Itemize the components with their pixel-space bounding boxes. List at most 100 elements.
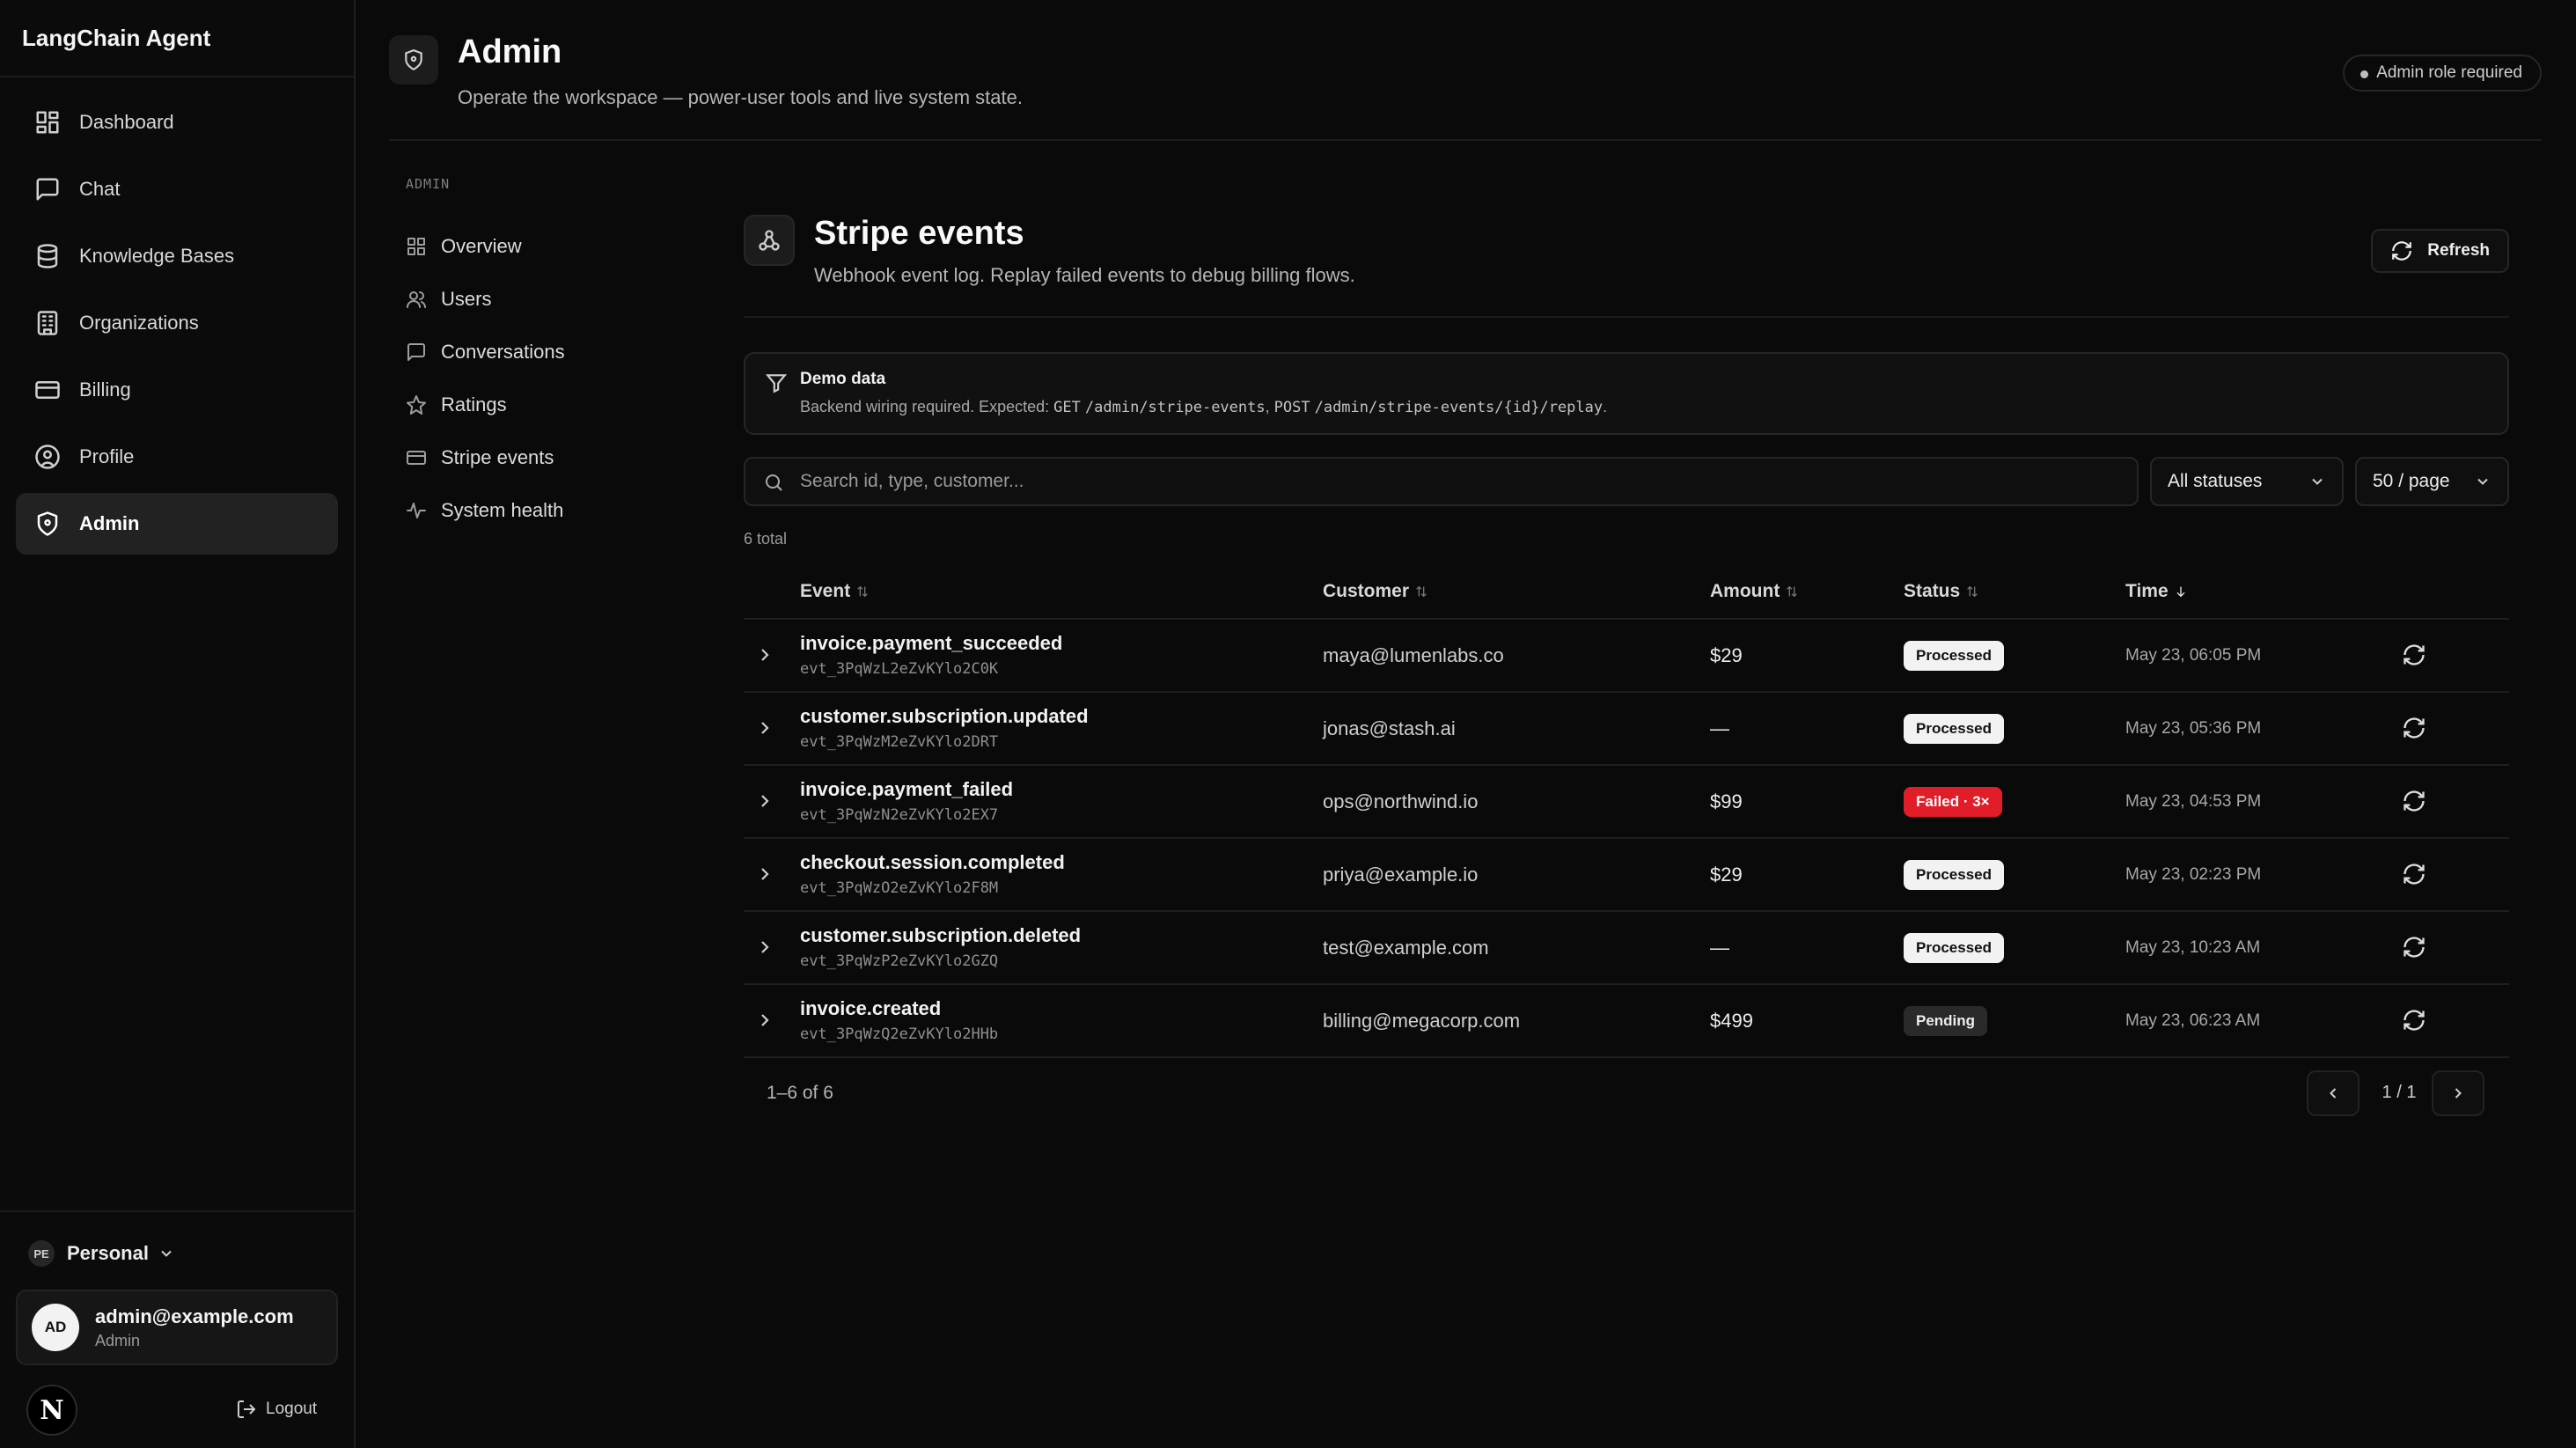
sidebar-item-chat[interactable]: Chat — [16, 158, 338, 220]
replay-button[interactable] — [2402, 1008, 2428, 1034]
event-type: checkout.session.completed — [800, 851, 1065, 873]
logout-label: Logout — [266, 1400, 318, 1418]
workspace-switcher[interactable]: PE Personal — [28, 1240, 175, 1267]
table-row[interactable]: customer.subscription.deleted evt_3PqWzP… — [744, 912, 2509, 985]
chevron-down-icon — [2477, 478, 2488, 485]
dashboard-icon — [33, 108, 62, 136]
sidebar-item-label: Dashboard — [79, 111, 174, 133]
refresh-button[interactable]: Refresh — [2371, 229, 2509, 273]
section-subtitle: Webhook event log. Replay failed events … — [814, 264, 1355, 286]
expand-row-button[interactable] — [754, 644, 775, 665]
page-size-select[interactable]: 50 / page — [2355, 457, 2509, 506]
section-title: Stripe events — [814, 215, 1024, 252]
user-role: Admin — [95, 1331, 141, 1349]
status-badge: Processed — [1904, 860, 2004, 890]
amount: $29 — [1710, 864, 1743, 886]
sidebar-item-profile[interactable]: Profile — [16, 426, 338, 488]
notice-title: Demo data — [800, 370, 886, 388]
app-logo: N — [26, 1385, 77, 1436]
status-badge: Failed · 3× — [1904, 787, 2002, 817]
sidebar-item-label: Knowledge Bases — [79, 245, 235, 267]
sidebar-nav: Dashboard Chat Knowledge Bases Organizat… — [0, 77, 354, 555]
filter-icon — [765, 374, 788, 393]
chevron-right-icon — [2455, 1088, 2462, 1099]
chevron-right-icon — [761, 795, 769, 807]
event-time: May 23, 06:23 AM — [2125, 1011, 2261, 1030]
replay-icon — [2404, 644, 2425, 665]
table-row[interactable]: customer.subscription.updated evt_3PqWzM… — [744, 693, 2509, 766]
expand-row-button[interactable] — [754, 717, 775, 739]
chevron-right-icon — [761, 868, 769, 880]
table-row[interactable]: invoice.payment_failed evt_3PqWzN2eZvKYl… — [744, 766, 2509, 839]
chevron-right-icon — [761, 941, 769, 953]
event-type: customer.subscription.deleted — [800, 924, 1082, 946]
replay-button[interactable] — [2402, 716, 2428, 742]
status-badge: Processed — [1904, 641, 2004, 671]
status-badge: Pending — [1904, 1006, 1988, 1036]
expand-row-button[interactable] — [754, 864, 775, 885]
admin-nav-conversations[interactable]: Conversations — [406, 326, 687, 379]
event-type: customer.subscription.updated — [800, 705, 1089, 727]
column-status[interactable]: Status — [1904, 581, 1979, 602]
sidebar-item-knowledge-bases[interactable]: Knowledge Bases — [16, 225, 338, 287]
table-row[interactable]: invoice.payment_succeeded evt_3PqWzL2eZv… — [744, 620, 2509, 693]
chevron-right-icon — [761, 722, 769, 734]
user-card[interactable]: AD admin@example.com Admin — [16, 1290, 338, 1365]
customer-email: test@example.com — [1323, 937, 1489, 959]
admin-nav-overview[interactable]: Overview — [406, 220, 687, 273]
admin-nav-ratings[interactable]: Ratings — [406, 379, 687, 431]
column-label: Event — [800, 581, 851, 601]
activity-icon — [407, 503, 426, 518]
amount: — — [1710, 937, 1729, 959]
notice-post-path: /admin/stripe-events/{id}/replay — [1314, 399, 1604, 416]
expand-row-button[interactable] — [754, 1010, 775, 1031]
expand-row-button[interactable] — [754, 937, 775, 958]
replay-icon — [2404, 864, 2425, 885]
replay-button[interactable] — [2402, 643, 2428, 669]
search-input[interactable] — [800, 459, 2120, 504]
amount: $99 — [1710, 790, 1743, 812]
logout-button[interactable]: Logout — [236, 1399, 317, 1420]
sidebar-item-label: Billing — [79, 379, 131, 401]
status-filter-select[interactable]: All statuses — [2150, 457, 2344, 506]
column-time[interactable]: Time — [2125, 581, 2188, 602]
column-label: Time — [2125, 581, 2169, 601]
event-id: evt_3PqWzP2eZvKYlo2GZQ — [800, 952, 999, 970]
sidebar-item-label: Chat — [79, 178, 121, 200]
sidebar-item-admin[interactable]: Admin — [16, 493, 338, 555]
workspace-name: Personal — [67, 1242, 149, 1264]
sidebar-item-billing[interactable]: Billing — [16, 359, 338, 421]
admin-nav-users[interactable]: Users — [406, 273, 687, 326]
status-badge: Processed — [1904, 933, 2004, 963]
page-title: Admin — [458, 33, 562, 70]
sidebar: LangChain Agent Dashboard Chat Knowledge… — [0, 0, 356, 1448]
sidebar-item-dashboard[interactable]: Dashboard — [16, 92, 338, 153]
column-event[interactable]: Event — [800, 581, 870, 602]
customer-email: ops@northwind.io — [1323, 790, 1479, 812]
customer-email: jonas@stash.ai — [1323, 717, 1456, 739]
sidebar-item-organizations[interactable]: Organizations — [16, 292, 338, 354]
next-page-button[interactable] — [2432, 1070, 2484, 1116]
table-row[interactable]: invoice.created evt_3PqWzQ2eZvKYlo2HHb b… — [744, 985, 2509, 1058]
table-row[interactable]: checkout.session.completed evt_3PqWzO2eZ… — [744, 839, 2509, 912]
sort-icon — [1416, 585, 1427, 598]
expand-row-button[interactable] — [754, 790, 775, 812]
star-icon — [407, 395, 426, 415]
admin-nav-stripe-events[interactable]: Stripe events — [406, 431, 687, 484]
demo-data-notice: Demo data Backend wiring required. Expec… — [744, 352, 2509, 435]
replay-button[interactable] — [2402, 789, 2428, 815]
admin-nav-label: Stripe events — [441, 446, 554, 468]
replay-button[interactable] — [2402, 935, 2428, 961]
replay-icon — [2404, 717, 2425, 739]
admin-nav-system-health[interactable]: System health — [406, 484, 687, 537]
replay-button[interactable] — [2402, 862, 2428, 888]
column-customer[interactable]: Customer — [1323, 581, 1428, 602]
admin-role-badge: Admin role required — [2343, 55, 2542, 92]
column-amount[interactable]: Amount — [1710, 581, 1799, 602]
notice-separator: , — [1265, 398, 1274, 415]
search-box — [744, 457, 2139, 506]
previous-page-button[interactable] — [2307, 1070, 2359, 1116]
admin-subnav-label: ADMIN — [406, 176, 451, 192]
column-label: Amount — [1710, 581, 1780, 601]
sidebar-item-label: Organizations — [79, 312, 199, 334]
